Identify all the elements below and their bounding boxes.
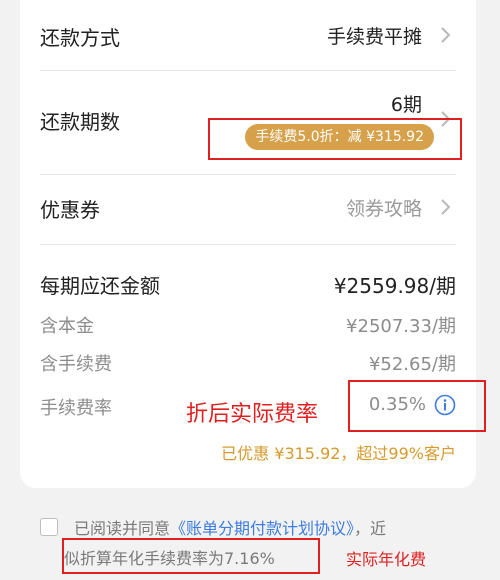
chevron-right-icon[interactable] — [434, 196, 456, 218]
repayment-method-row[interactable]: 还款方式 手续费平摊 — [40, 18, 456, 54]
coupon-label: 优惠券 — [40, 198, 100, 222]
repayment-periods-label: 还款期数 — [40, 110, 120, 134]
coupon-row[interactable]: 优惠券 领券攻略 — [40, 190, 456, 226]
fee-value: ¥52.65/期 — [368, 354, 456, 375]
repayment-periods-value: 6期 — [390, 94, 422, 116]
per-period-row: 每期应还金额 ¥2559.98/期 — [40, 268, 456, 298]
principal-label: 含本金 — [40, 316, 94, 337]
principal-value: ¥2507.33/期 — [346, 316, 456, 337]
chevron-right-icon[interactable] — [434, 24, 456, 46]
installment-card: 还款方式 手续费平摊 还款期数 6期 手续费5.0折：减 ¥315.92 优惠券… — [20, 0, 486, 488]
fee-row: 含手续费 ¥52.65/期 — [40, 350, 456, 376]
coupon-guide-link[interactable]: 领券攻略 — [346, 194, 422, 221]
agreement-prefix: 已阅读并同意 — [74, 519, 171, 538]
repayment-method-label: 还款方式 — [40, 26, 120, 50]
annotation-actual-annual: 实际年化费 — [346, 550, 427, 569]
annotation-box-fee-rate — [348, 380, 486, 432]
agreement-checkbox[interactable] — [40, 518, 58, 536]
divider — [40, 244, 456, 245]
promo-text: 已优惠 ¥315.92，超过99%客户 — [221, 444, 456, 463]
annotation-actual-rate: 折后实际费率 — [186, 402, 319, 427]
divider — [40, 174, 456, 175]
per-period-value: ¥2559.98/期 — [333, 274, 456, 298]
annotation-box-annual-rate — [62, 538, 320, 574]
principal-row: 含本金 ¥2507.33/期 — [40, 312, 456, 338]
agreement-link[interactable]: 《账单分期付款计划协议》 — [170, 519, 354, 538]
fee-label: 含手续费 — [40, 354, 112, 375]
agreement-suffix: ，近 — [354, 519, 387, 538]
repayment-method-value: 手续费平摊 — [326, 26, 422, 48]
divider — [40, 70, 456, 71]
fee-rate-label: 手续费率 — [40, 398, 112, 419]
per-period-label: 每期应还金额 — [40, 274, 160, 298]
annotation-box-discount — [208, 118, 462, 160]
